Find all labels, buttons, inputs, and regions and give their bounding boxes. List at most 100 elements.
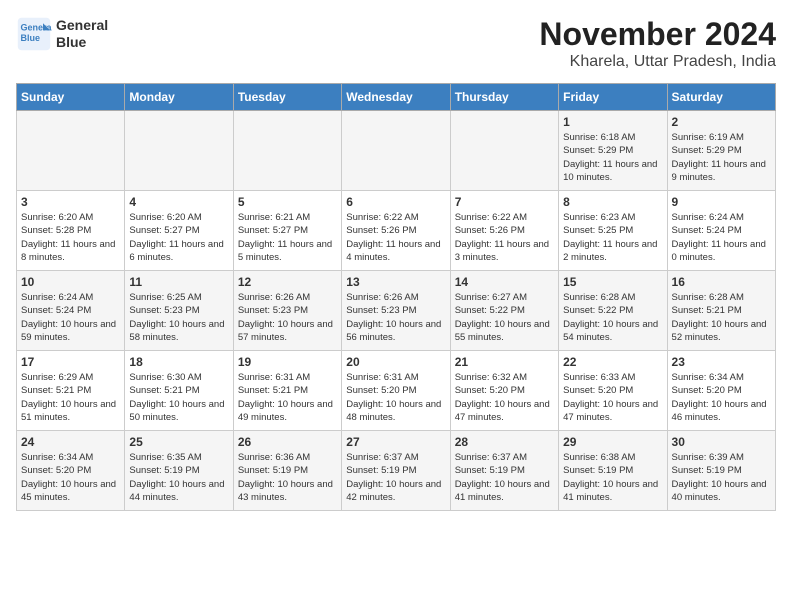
- day-number: 14: [455, 275, 554, 289]
- weekday-header-cell: Sunday: [17, 84, 125, 111]
- month-title: November 2024: [539, 16, 776, 53]
- day-info: Sunrise: 6:37 AM Sunset: 5:19 PM Dayligh…: [455, 451, 554, 504]
- day-number: 27: [346, 435, 445, 449]
- day-info: Sunrise: 6:34 AM Sunset: 5:20 PM Dayligh…: [672, 371, 771, 424]
- calendar-cell: 20Sunrise: 6:31 AM Sunset: 5:20 PM Dayli…: [342, 351, 450, 431]
- calendar-cell: 9Sunrise: 6:24 AM Sunset: 5:24 PM Daylig…: [667, 191, 775, 271]
- day-info: Sunrise: 6:33 AM Sunset: 5:20 PM Dayligh…: [563, 371, 662, 424]
- calendar-cell: [125, 111, 233, 191]
- day-info: Sunrise: 6:19 AM Sunset: 5:29 PM Dayligh…: [672, 131, 771, 184]
- day-number: 17: [21, 355, 120, 369]
- calendar-cell: 28 Sunrise: 6:37 AM Sunset: 5:19 PM Dayli…: [450, 431, 558, 511]
- day-number: 30: [672, 435, 771, 449]
- calendar-cell: 12 Sunrise: 6:26 AM Sunset: 5:23 PM Dayli…: [233, 271, 341, 351]
- day-number: 4: [129, 195, 228, 209]
- day-number: 21: [455, 355, 554, 369]
- weekday-header-cell: Thursday: [450, 84, 558, 111]
- day-number: 26: [238, 435, 337, 449]
- day-info: Sunrise: 6:29 AM Sunset: 5:21 PM Dayligh…: [21, 371, 120, 424]
- calendar-week-row: 1 Sunrise: 6:18 AM Sunset: 5:29 PM Daylig…: [17, 111, 776, 191]
- logo-text-line1: General: [56, 17, 108, 34]
- day-number: 22: [563, 355, 662, 369]
- location-title: Kharela, Uttar Pradesh, India: [539, 53, 776, 71]
- day-info: Sunrise: 6:21 AM Sunset: 5:27 PM Dayligh…: [238, 211, 337, 264]
- calendar-cell: 15 Sunrise: 6:28 AM Sunset: 5:22 PM Dayli…: [559, 271, 667, 351]
- calendar-cell: 8Sunrise: 6:23 AM Sunset: 5:25 PM Daylig…: [559, 191, 667, 271]
- calendar-cell: 16Sunrise: 6:28 AM Sunset: 5:21 PM Dayli…: [667, 271, 775, 351]
- day-number: 29: [563, 435, 662, 449]
- calendar-cell: 18 Sunrise: 6:30 AM Sunset: 5:21 PM Dayli…: [125, 351, 233, 431]
- day-number: 25: [129, 435, 228, 449]
- day-info: Sunrise: 6:18 AM Sunset: 5:29 PM Dayligh…: [563, 131, 662, 184]
- calendar-cell: 7 Sunrise: 6:22 AM Sunset: 5:26 PM Daylig…: [450, 191, 558, 271]
- calendar-body: 1 Sunrise: 6:18 AM Sunset: 5:29 PM Daylig…: [17, 111, 776, 511]
- calendar-week-row: 17 Sunrise: 6:29 AM Sunset: 5:21 PM Dayli…: [17, 351, 776, 431]
- logo-icon: General Blue: [16, 16, 52, 52]
- day-number: 23: [672, 355, 771, 369]
- calendar-cell: [17, 111, 125, 191]
- calendar-cell: 30 Sunrise: 6:39 AM Sunset: 5:19 PM Dayli…: [667, 431, 775, 511]
- calendar-cell: 1 Sunrise: 6:18 AM Sunset: 5:29 PM Daylig…: [559, 111, 667, 191]
- day-info: Sunrise: 6:36 AM Sunset: 5:19 PM Dayligh…: [238, 451, 337, 504]
- logo: General Blue General Blue: [16, 16, 108, 52]
- calendar-cell: 25 Sunrise: 6:35 AM Sunset: 5:19 PM Dayli…: [125, 431, 233, 511]
- day-info: Sunrise: 6:35 AM Sunset: 5:19 PM Dayligh…: [129, 451, 228, 504]
- day-info: Sunrise: 6:22 AM Sunset: 5:26 PM Dayligh…: [455, 211, 554, 264]
- day-number: 28: [455, 435, 554, 449]
- day-info: Sunrise: 6:25 AM Sunset: 5:23 PM Dayligh…: [129, 291, 228, 344]
- calendar-cell: 19Sunrise: 6:31 AM Sunset: 5:21 PM Dayli…: [233, 351, 341, 431]
- day-number: 12: [238, 275, 337, 289]
- weekday-header-cell: Monday: [125, 84, 233, 111]
- day-info: Sunrise: 6:37 AM Sunset: 5:19 PM Dayligh…: [346, 451, 445, 504]
- calendar-cell: 27 Sunrise: 6:37 AM Sunset: 5:19 PM Dayli…: [342, 431, 450, 511]
- calendar-cell: 22 Sunrise: 6:33 AM Sunset: 5:20 PM Dayli…: [559, 351, 667, 431]
- calendar-cell: 23 Sunrise: 6:34 AM Sunset: 5:20 PM Dayli…: [667, 351, 775, 431]
- day-number: 10: [21, 275, 120, 289]
- day-number: 15: [563, 275, 662, 289]
- day-number: 1: [563, 115, 662, 129]
- day-number: 24: [21, 435, 120, 449]
- svg-text:General: General: [21, 22, 53, 32]
- weekday-header-cell: Saturday: [667, 84, 775, 111]
- calendar-cell: [450, 111, 558, 191]
- day-info: Sunrise: 6:27 AM Sunset: 5:22 PM Dayligh…: [455, 291, 554, 344]
- calendar-week-row: 10Sunrise: 6:24 AM Sunset: 5:24 PM Dayli…: [17, 271, 776, 351]
- calendar-cell: [233, 111, 341, 191]
- day-info: Sunrise: 6:20 AM Sunset: 5:27 PM Dayligh…: [129, 211, 228, 264]
- day-number: 18: [129, 355, 228, 369]
- day-number: 11: [129, 275, 228, 289]
- day-number: 2: [672, 115, 771, 129]
- calendar-cell: 29 Sunrise: 6:38 AM Sunset: 5:19 PM Dayli…: [559, 431, 667, 511]
- day-number: 9: [672, 195, 771, 209]
- weekday-header-row: SundayMondayTuesdayWednesdayThursdayFrid…: [17, 84, 776, 111]
- day-info: Sunrise: 6:32 AM Sunset: 5:20 PM Dayligh…: [455, 371, 554, 424]
- day-number: 7: [455, 195, 554, 209]
- calendar-cell: 14 Sunrise: 6:27 AM Sunset: 5:22 PM Dayli…: [450, 271, 558, 351]
- calendar-cell: 24 Sunrise: 6:34 AM Sunset: 5:20 PM Dayli…: [17, 431, 125, 511]
- day-number: 8: [563, 195, 662, 209]
- day-info: Sunrise: 6:20 AM Sunset: 5:28 PM Dayligh…: [21, 211, 120, 264]
- day-info: Sunrise: 6:34 AM Sunset: 5:20 PM Dayligh…: [21, 451, 120, 504]
- day-info: Sunrise: 6:30 AM Sunset: 5:21 PM Dayligh…: [129, 371, 228, 424]
- day-info: Sunrise: 6:31 AM Sunset: 5:20 PM Dayligh…: [346, 371, 445, 424]
- logo-text-line2: Blue: [56, 34, 108, 51]
- calendar-cell: 17 Sunrise: 6:29 AM Sunset: 5:21 PM Dayli…: [17, 351, 125, 431]
- calendar-cell: 21 Sunrise: 6:32 AM Sunset: 5:20 PM Dayli…: [450, 351, 558, 431]
- day-info: Sunrise: 6:28 AM Sunset: 5:21 PM Dayligh…: [672, 291, 771, 344]
- day-info: Sunrise: 6:39 AM Sunset: 5:19 PM Dayligh…: [672, 451, 771, 504]
- calendar-week-row: 3 Sunrise: 6:20 AM Sunset: 5:28 PM Daylig…: [17, 191, 776, 271]
- calendar-cell: [342, 111, 450, 191]
- calendar-cell: 6Sunrise: 6:22 AM Sunset: 5:26 PM Daylig…: [342, 191, 450, 271]
- day-info: Sunrise: 6:26 AM Sunset: 5:23 PM Dayligh…: [238, 291, 337, 344]
- day-number: 13: [346, 275, 445, 289]
- day-info: Sunrise: 6:28 AM Sunset: 5:22 PM Dayligh…: [563, 291, 662, 344]
- weekday-header-cell: Wednesday: [342, 84, 450, 111]
- day-info: Sunrise: 6:26 AM Sunset: 5:23 PM Dayligh…: [346, 291, 445, 344]
- calendar-week-row: 24 Sunrise: 6:34 AM Sunset: 5:20 PM Dayli…: [17, 431, 776, 511]
- day-number: 3: [21, 195, 120, 209]
- weekday-header-cell: Friday: [559, 84, 667, 111]
- day-info: Sunrise: 6:38 AM Sunset: 5:19 PM Dayligh…: [563, 451, 662, 504]
- day-number: 5: [238, 195, 337, 209]
- weekday-header-cell: Tuesday: [233, 84, 341, 111]
- calendar-table: SundayMondayTuesdayWednesdayThursdayFrid…: [16, 83, 776, 511]
